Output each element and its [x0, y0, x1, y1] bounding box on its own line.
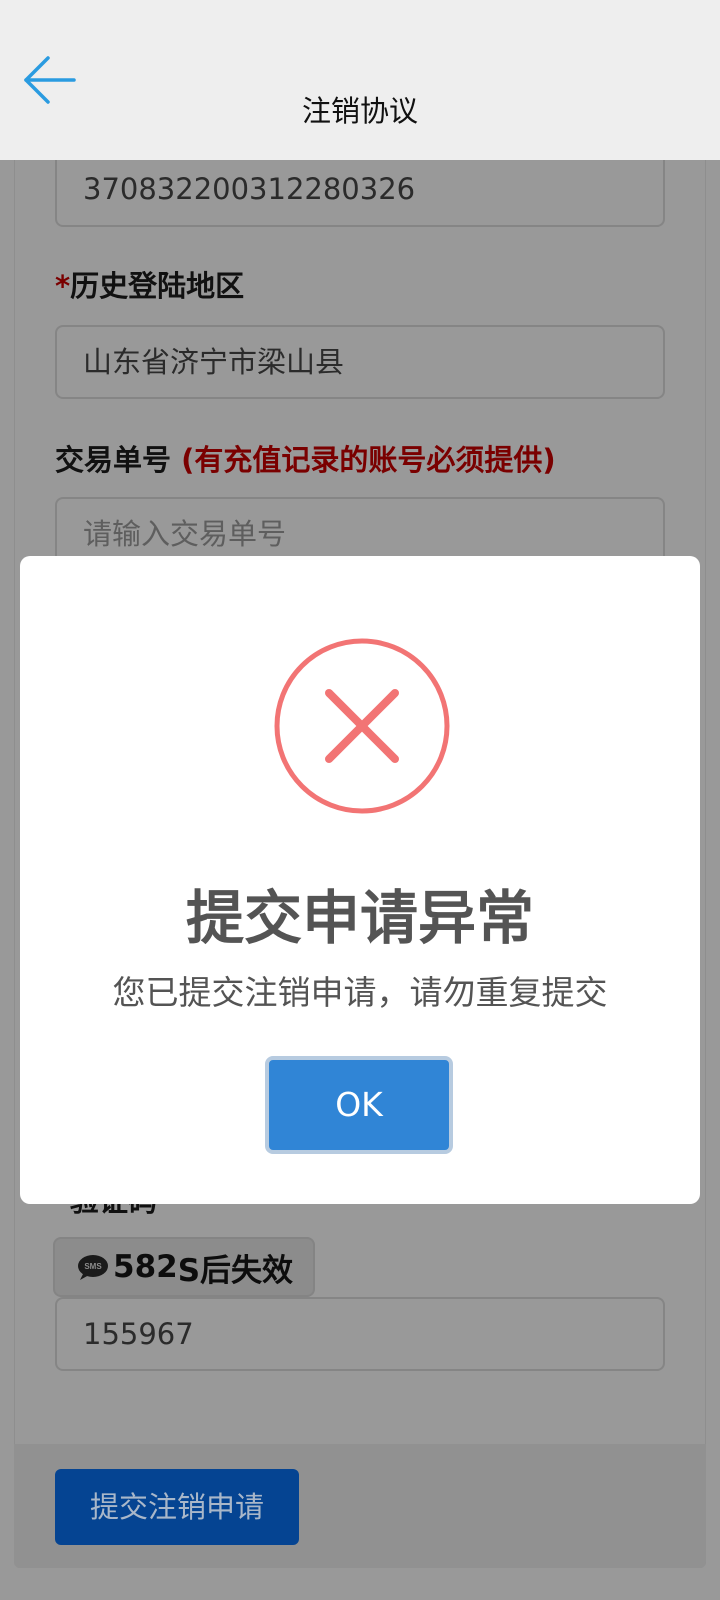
- dialog-title: 提交申请异常: [185, 884, 534, 952]
- ok-button[interactable]: OK: [265, 1056, 453, 1154]
- error-x-icon: [274, 638, 450, 814]
- error-dialog: 提交申请异常 您已提交注销申请，请勿重复提交 OK: [20, 556, 700, 1204]
- page-title: 注销协议: [301, 94, 418, 128]
- svg-text:SMS: SMS: [84, 1262, 102, 1271]
- history-region-label-text: 历史登陆地区: [70, 269, 245, 303]
- trade-no-note: (有充值记录的账号必须提供): [181, 443, 556, 477]
- verification-code-field[interactable]: 155967: [55, 1297, 665, 1371]
- submit-cancellation-button[interactable]: 提交注销申请: [55, 1469, 299, 1545]
- trade-no-label-text: 交易单号: [55, 443, 172, 477]
- history-region-label: *历史登陆地区: [55, 263, 244, 305]
- sms-bubble-icon: SMS: [78, 1255, 108, 1280]
- cancellation-page: 注销协议 370832200312280326 *历史登陆地区 山东省济宁市梁山…: [0, 0, 720, 1600]
- id-number-field[interactable]: 370832200312280326: [55, 152, 665, 227]
- sms-countdown-button[interactable]: SMS 582 S后失效: [53, 1237, 315, 1297]
- history-region-field[interactable]: 山东省济宁市梁山县: [55, 325, 665, 399]
- required-mark: *: [55, 269, 71, 303]
- sms-countdown-suffix: S后失效: [177, 1252, 294, 1289]
- trade-no-label: 交易单号 (有充值记录的账号必须提供): [55, 437, 556, 479]
- app-header: 注销协议: [0, 0, 720, 160]
- dialog-message: 您已提交注销申请，请勿重复提交: [112, 973, 608, 1012]
- sms-countdown-number: 582: [113, 1249, 178, 1285]
